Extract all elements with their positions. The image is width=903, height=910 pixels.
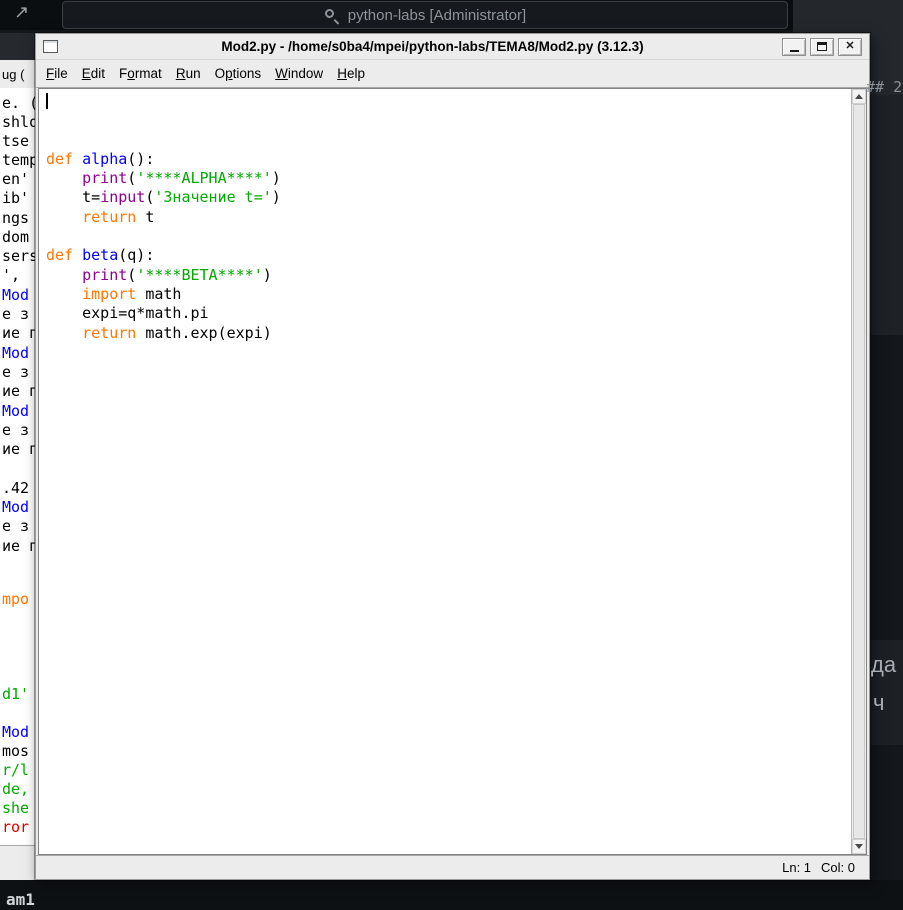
code-line: print('****ALPHA****') — [46, 169, 851, 188]
menu-options[interactable]: Options — [208, 65, 269, 82]
titlebar[interactable]: Mod2.py - /home/s0ba4/mpei/python-labs/T… — [36, 34, 869, 60]
background-menu-band: ug ( — [0, 60, 38, 88]
background-window-left-edge: ug ( e. ( shlo tse temp en' ib' ngs dom sers ', Mo… — [0, 33, 38, 880]
background-text-fragment: Mod — [2, 499, 29, 516]
menu-run[interactable]: Run — [169, 65, 208, 82]
background-text-fragment: Mod — [2, 403, 29, 420]
scrollbar-track[interactable] — [852, 104, 866, 839]
background-text-fragment: ие п — [2, 383, 38, 400]
close-icon: ✕ — [845, 41, 854, 52]
background-text-fragment: ие п — [2, 325, 38, 342]
background-text-fragment: en' — [2, 171, 29, 188]
code-line: t=input('Значение t=') — [46, 188, 851, 207]
window-controls: ✕ — [782, 38, 862, 56]
background-text-fragment: e. ( — [2, 95, 38, 112]
taskbar-search[interactable]: python-labs [Administrator] — [62, 1, 788, 29]
vertical-scrollbar[interactable] — [851, 89, 866, 854]
menu-window[interactable]: Window — [268, 65, 330, 82]
background-text-fragment: tse — [2, 133, 29, 150]
menu-file[interactable]: File — [39, 65, 75, 82]
idle-editor-window: Mod2.py - /home/s0ba4/mpei/python-labs/T… — [35, 33, 870, 880]
search-label: python-labs [Administrator] — [348, 7, 526, 24]
background-text-fragment: ngs — [2, 210, 29, 227]
background-menu-fragment: ug ( — [2, 67, 24, 82]
background-text-fragment: de, — [2, 781, 29, 798]
code-line: print('****BETA****') — [46, 266, 851, 285]
status-col: Col: 0 — [821, 860, 855, 875]
background-window-region-mid-right — [868, 95, 903, 335]
code-area[interactable]: def alpha(): print('****ALPHA****') t=in… — [39, 89, 851, 854]
background-text-fragment: am1 — [6, 890, 35, 909]
down-arrow-icon — [855, 844, 863, 849]
taskbar: ↗ python-labs [Administrator] — [0, 0, 903, 30]
search-icon — [324, 8, 339, 23]
background-text-fragment: е з — [2, 422, 29, 439]
scroll-up-button[interactable] — [852, 89, 866, 104]
background-text-fragment: mos — [2, 743, 29, 760]
background-text-fragment: Mod — [2, 345, 29, 362]
code-line: def beta(q): — [46, 246, 851, 265]
background-text-fragment: ## 2 — [866, 78, 902, 96]
background-text-fragment: d1' — [2, 686, 29, 703]
background-editor-fragments: e. ( shlo tse temp en' ib' ngs dom sers ', Mod e з и… — [0, 88, 38, 845]
background-text-fragment: ие п — [2, 441, 38, 458]
code-line: def alpha(): — [46, 150, 851, 169]
background-text-fragment: Mod — [2, 287, 29, 304]
up-arrow-icon — [855, 94, 863, 99]
scrollbar-thumb[interactable] — [853, 104, 865, 839]
background-text-fragment: е з — [2, 364, 29, 381]
background-text-fragment: she — [2, 800, 29, 817]
background-region-bottom — [0, 880, 903, 910]
background-text-fragment: да — [871, 652, 896, 678]
maximize-icon — [817, 42, 827, 51]
background-text-fragment: ч — [873, 690, 884, 716]
background-text-fragment: r/l — [2, 762, 29, 779]
background-text-fragment: ib' — [2, 190, 29, 207]
status-bar: Ln: 1 Col: 0 — [36, 855, 869, 879]
maximize-button[interactable] — [810, 38, 834, 56]
code-line — [46, 227, 851, 246]
background-text-fragment: sers — [2, 248, 38, 265]
background-text-fragment: e з — [2, 306, 29, 323]
background-text-fragment: ror — [2, 819, 29, 836]
menu-help[interactable]: Help — [330, 65, 372, 82]
background-status-band — [0, 845, 38, 880]
minimize-icon — [790, 50, 799, 52]
background-text-fragment: dom — [2, 229, 29, 246]
menu-bar: FileEditFormatRunOptionsWindowHelp — [36, 60, 869, 88]
window-title: Mod2.py - /home/s0ba4/mpei/python-labs/T… — [96, 39, 769, 54]
window-icon — [43, 40, 58, 53]
code-line: return math.exp(expi) — [46, 324, 851, 343]
code-line: return t — [46, 208, 851, 227]
desktop: ↗ python-labs [Administrator] ug ( e. ( s… — [0, 0, 903, 910]
background-text-fragment: Mod — [2, 724, 29, 741]
text-cursor — [46, 93, 48, 109]
menu-format[interactable]: Format — [112, 65, 169, 82]
arrow-icon[interactable]: ↗ — [14, 2, 29, 23]
background-text-fragment: mpo — [2, 591, 29, 608]
background-text-fragment: shlo — [2, 114, 38, 131]
background-text-fragment: temp — [2, 152, 38, 169]
menu-edit[interactable]: Edit — [75, 65, 112, 82]
background-text-fragment: ', — [2, 267, 20, 284]
code-line: expi=q*math.pi — [46, 304, 851, 323]
close-button[interactable]: ✕ — [838, 38, 862, 56]
minimize-button[interactable] — [782, 38, 806, 56]
background-text-fragment: е з — [2, 518, 29, 535]
editor: def alpha(): print('****ALPHA****') t=in… — [38, 88, 867, 855]
status-line: Ln: 1 — [782, 860, 811, 875]
background-text-fragment: .42 — [2, 480, 29, 497]
background-text-fragment: ие п — [2, 538, 38, 555]
code-line: import math — [46, 285, 851, 304]
scroll-down-button[interactable] — [852, 839, 866, 854]
